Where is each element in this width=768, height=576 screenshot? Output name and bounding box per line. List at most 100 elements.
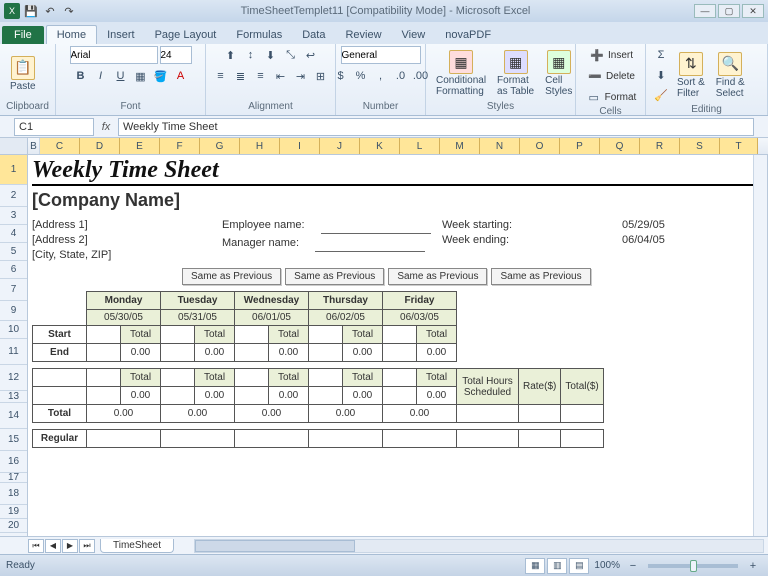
view-normal-button[interactable]: ▦ <box>525 558 545 574</box>
cell[interactable] <box>87 326 121 344</box>
sort-filter-button[interactable]: ⇅Sort & Filter <box>673 50 709 101</box>
close-button[interactable]: ✕ <box>742 4 764 18</box>
align-middle-button[interactable]: ↕ <box>242 46 260 64</box>
indent-decrease-button[interactable]: ⇤ <box>272 67 290 85</box>
cell[interactable] <box>235 430 309 448</box>
cell[interactable] <box>383 430 457 448</box>
cell[interactable] <box>235 326 269 344</box>
col-f[interactable]: F <box>160 138 200 154</box>
cell[interactable] <box>235 369 269 387</box>
zoom-slider-thumb[interactable] <box>690 560 697 572</box>
cell[interactable] <box>457 405 519 423</box>
cell[interactable] <box>309 344 343 362</box>
find-select-button[interactable]: 🔍Find & Select <box>712 50 749 101</box>
employee-field[interactable] <box>321 219 431 234</box>
tab-nav-first[interactable]: ⏮ <box>28 539 44 553</box>
row-3[interactable]: 3 <box>0 207 27 225</box>
number-format-select[interactable] <box>341 46 421 64</box>
col-e[interactable]: E <box>120 138 160 154</box>
format-cells-button[interactable]: ▭ <box>585 88 603 106</box>
view-page-layout-button[interactable]: ▥ <box>547 558 567 574</box>
align-left-button[interactable]: ≡ <box>212 67 230 85</box>
same-prev-button-1[interactable]: Same as Previous <box>182 268 281 285</box>
align-right-button[interactable]: ≡ <box>252 67 270 85</box>
col-d[interactable]: D <box>80 138 120 154</box>
col-o[interactable]: O <box>520 138 560 154</box>
vertical-scrollbar[interactable] <box>753 155 767 554</box>
zoom-slider[interactable] <box>648 564 738 568</box>
row-1[interactable]: 1 <box>0 155 27 185</box>
row-7[interactable]: 7 <box>0 279 27 301</box>
col-l[interactable]: L <box>400 138 440 154</box>
horizontal-scroll-thumb[interactable] <box>195 540 355 552</box>
cell[interactable] <box>519 430 561 448</box>
col-t[interactable]: T <box>720 138 758 154</box>
font-color-button[interactable]: A <box>172 67 190 85</box>
orientation-button[interactable]: ⤡ <box>282 46 300 64</box>
cell[interactable] <box>383 369 417 387</box>
cell[interactable] <box>87 344 121 362</box>
row-20[interactable]: 20 <box>0 519 27 533</box>
cell[interactable] <box>457 430 519 448</box>
clear-button[interactable]: 🧹 <box>652 86 670 104</box>
cell[interactable] <box>309 387 343 405</box>
italic-button[interactable]: I <box>92 67 110 85</box>
cell[interactable] <box>161 430 235 448</box>
cell[interactable] <box>561 430 603 448</box>
tab-formulas[interactable]: Formulas <box>226 26 292 44</box>
tab-view[interactable]: View <box>392 26 436 44</box>
align-top-button[interactable]: ⬆ <box>222 46 240 64</box>
row-5[interactable]: 5 <box>0 243 27 261</box>
tab-data[interactable]: Data <box>292 26 335 44</box>
col-n[interactable]: N <box>480 138 520 154</box>
tab-novapdf[interactable]: novaPDF <box>435 26 501 44</box>
col-b[interactable]: B <box>28 138 40 154</box>
cell[interactable] <box>519 405 561 423</box>
increase-decimal-button[interactable]: .0 <box>392 67 410 85</box>
delete-cells-button[interactable]: ➖ <box>586 67 604 85</box>
cell[interactable] <box>33 387 87 405</box>
cell[interactable] <box>561 405 603 423</box>
tab-review[interactable]: Review <box>335 26 391 44</box>
manager-field[interactable] <box>315 237 425 252</box>
horizontal-scrollbar[interactable] <box>194 539 764 553</box>
cell[interactable] <box>383 387 417 405</box>
col-k[interactable]: K <box>360 138 400 154</box>
tab-home[interactable]: Home <box>46 25 97 44</box>
row-15[interactable]: 15 <box>0 429 27 451</box>
zoom-in-button[interactable]: + <box>744 557 762 575</box>
currency-button[interactable]: $ <box>332 67 350 85</box>
cell[interactable] <box>235 344 269 362</box>
align-center-button[interactable]: ≣ <box>232 67 250 85</box>
tab-nav-next[interactable]: ▶ <box>62 539 78 553</box>
format-as-table-button[interactable]: ▦Format as Table <box>493 48 538 99</box>
cell[interactable] <box>87 430 161 448</box>
row-4[interactable]: 4 <box>0 225 27 243</box>
font-size-select[interactable] <box>160 46 192 64</box>
percent-button[interactable]: % <box>352 67 370 85</box>
wrap-text-button[interactable]: ↩ <box>302 46 320 64</box>
row-9[interactable]: 9 <box>0 301 27 321</box>
underline-button[interactable]: U <box>112 67 130 85</box>
row-17[interactable]: 17 <box>0 473 27 483</box>
cell[interactable] <box>161 344 195 362</box>
cell[interactable] <box>383 326 417 344</box>
zoom-out-button[interactable]: − <box>624 557 642 575</box>
same-prev-button-3[interactable]: Same as Previous <box>388 268 487 285</box>
col-j[interactable]: J <box>320 138 360 154</box>
row-14[interactable]: 14 <box>0 403 27 429</box>
cell[interactable] <box>309 369 343 387</box>
cell[interactable] <box>235 387 269 405</box>
merge-button[interactable]: ⊞ <box>312 67 330 85</box>
fx-icon[interactable]: fx <box>98 121 114 133</box>
col-g[interactable]: G <box>200 138 240 154</box>
cell[interactable] <box>161 387 195 405</box>
col-i[interactable]: I <box>280 138 320 154</box>
col-q[interactable]: Q <box>600 138 640 154</box>
select-all-corner[interactable] <box>0 138 28 154</box>
cell-styles-button[interactable]: ▦Cell Styles <box>541 48 576 99</box>
worksheet[interactable]: Weekly Time Sheet [Company Name] [Addres… <box>28 155 768 554</box>
same-prev-button-2[interactable]: Same as Previous <box>285 268 384 285</box>
cell[interactable] <box>309 326 343 344</box>
row-2[interactable]: 2 <box>0 185 27 207</box>
